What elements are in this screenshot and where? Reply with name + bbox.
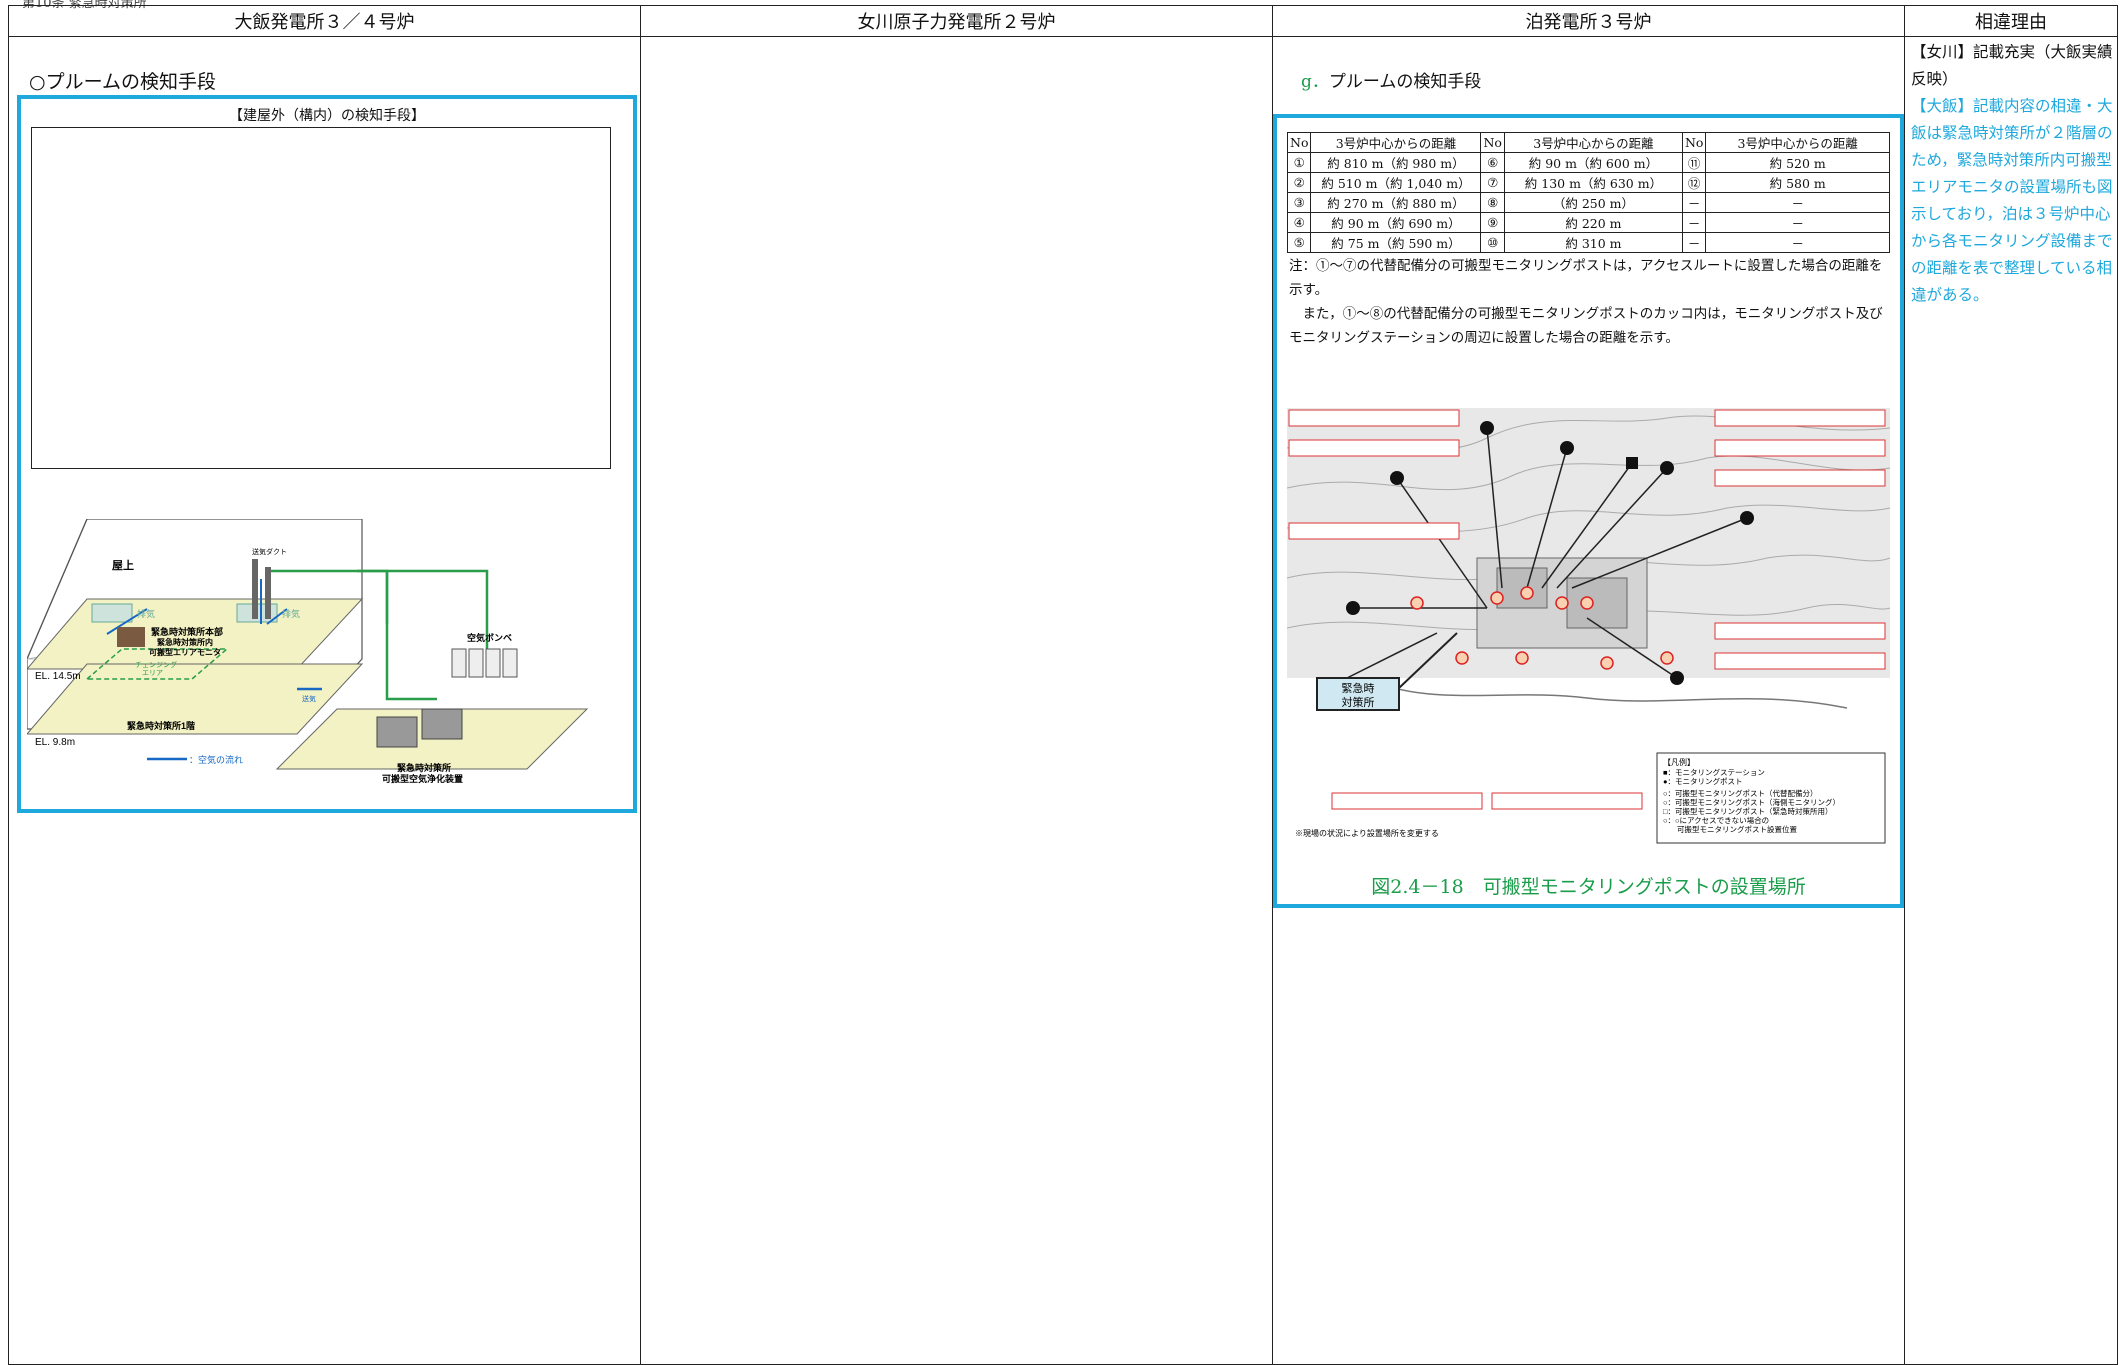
label-hq-sub1: 緊急時対策所内 bbox=[157, 637, 213, 647]
onagawa-column bbox=[640, 36, 1273, 1365]
table-row: ⑤ 約 75 m（約 590 m） ⑩ 約 310 m － － bbox=[1286, 232, 1890, 253]
table-cell: － bbox=[1681, 232, 1707, 253]
map-footnote: ※現場の状況により設置場所を変更する bbox=[1295, 828, 1439, 838]
table-header-cell: 3号炉中心からの距離 bbox=[1705, 132, 1890, 153]
label-floor-1: 緊急時対策所1階 bbox=[127, 720, 195, 731]
label-el-upper: EL. 14.5m bbox=[35, 671, 81, 682]
table-row: ② 約 510 m（約 1,040 m） ⑦ 約 130 m（約 630 m） … bbox=[1286, 172, 1890, 193]
map-center-label-2: 対策所 bbox=[1342, 695, 1375, 709]
table-cell: － bbox=[1681, 192, 1707, 213]
table-header-cell: No bbox=[1286, 132, 1312, 153]
table-cell: ⑤ bbox=[1286, 232, 1312, 253]
table-cell: ⑨ bbox=[1480, 212, 1505, 233]
legend-item: ●：モニタリングポスト bbox=[1663, 776, 1743, 786]
label-purifier-2: 可搬型空気浄化装置 bbox=[382, 773, 463, 784]
table-header-cell: 3号炉中心からの距離 bbox=[1503, 132, 1683, 153]
legend-item: ○：可搬型モニタリングポスト（代替配備分） bbox=[1663, 788, 1818, 798]
table-cell: － bbox=[1705, 232, 1890, 253]
table-header-row: No 3号炉中心からの距離 No 3号炉中心からの距離 No 3号炉中心からの距… bbox=[1286, 132, 1890, 153]
table-header-cell: No bbox=[1681, 132, 1707, 153]
table-cell: － bbox=[1705, 212, 1890, 233]
table-cell: ⑩ bbox=[1480, 232, 1505, 253]
tomari-highlight-box: No 3号炉中心からの距離 No 3号炉中心からの距離 No 3号炉中心からの距… bbox=[1273, 114, 1904, 908]
label-roof: 屋上 bbox=[112, 558, 134, 572]
table-cell: 約 75 m（約 590 m） bbox=[1310, 232, 1482, 253]
table-cell: 約 510 m（約 1,040 m） bbox=[1310, 172, 1482, 193]
note-line-2: また，①～⑧の代替配備分の可搬型モニタリングポストのカッコ内は，モニタリングポス… bbox=[1289, 306, 1883, 346]
table-cell: ⑦ bbox=[1480, 172, 1505, 193]
table-cell: ⑪ bbox=[1681, 152, 1707, 173]
label-el-lower: EL. 9.8m bbox=[35, 737, 75, 748]
table-cell: （約 250 m） bbox=[1503, 192, 1683, 213]
tomari-column: g．プルームの検知手段 No 3号炉中心からの距離 No 3号炉中心からの距離 … bbox=[1272, 36, 1905, 1365]
table-cell: 約 270 m（約 880 m） bbox=[1310, 192, 1482, 213]
label-send: 送気 bbox=[302, 694, 316, 703]
table-cell: 約 310 m bbox=[1503, 232, 1683, 253]
label-purifier-1: 緊急時対策所 bbox=[397, 762, 451, 773]
tomari-heading: g．プルームの検知手段 bbox=[1301, 67, 1481, 92]
legend-item: ○：○にアクセスできない場合の bbox=[1663, 815, 1769, 825]
legend-item: ○：可搬型モニタリングポスト（海側モニタリング） bbox=[1663, 797, 1840, 807]
table-cell: 約 520 m bbox=[1705, 152, 1890, 173]
label-changing-2: エリア bbox=[142, 669, 163, 677]
label-exhaust-1: 排気 bbox=[137, 608, 155, 619]
table-cell: 約 580 m bbox=[1705, 172, 1890, 193]
table-note: 注：①～⑦の代替配備分の可搬型モニタリングポストは，アクセスルートに設置した場合… bbox=[1289, 254, 1894, 350]
note-line-1: 注：①～⑦の代替配備分の可搬型モニタリングポストは，アクセスルートに設置した場合… bbox=[1289, 258, 1883, 298]
ohi-highlight-box: 【建屋外（構内）の検知手段】 屋上 送気ダクト 排気 排気 緊急時対策所本部 緊… bbox=[17, 95, 637, 813]
heading-letter: g． bbox=[1301, 72, 1329, 92]
table-cell: ⑧ bbox=[1480, 192, 1505, 213]
column-header-ohi: 大飯発電所３／４号炉 bbox=[8, 5, 641, 37]
reason-column: 【女川】記載充実（大飯実績反映） 【大飯】記載内容の相違・大飯は緊急時対策所が２… bbox=[1904, 36, 2118, 1365]
table-row: ① 約 810 m（約 980 m） ⑥ 約 90 m（約 600 m） ⑪ 約… bbox=[1286, 152, 1890, 173]
label-hq-sub2: 可搬型エリアモニタ bbox=[149, 647, 221, 657]
map-center-label-1: 緊急時 bbox=[1342, 681, 1375, 695]
table-cell: 約 220 m bbox=[1503, 212, 1683, 233]
table-cell: 約 130 m（約 630 m） bbox=[1503, 172, 1683, 193]
label-changing-1: チェンジング bbox=[135, 660, 177, 669]
distance-table: No 3号炉中心からの距離 No 3号炉中心からの距離 No 3号炉中心からの距… bbox=[1286, 132, 1890, 253]
table-cell: ⑥ bbox=[1480, 152, 1505, 173]
table-cell: ④ bbox=[1286, 212, 1312, 233]
figure-caption: 図2.4－18 可搬型モニタリングポストの設置場所 bbox=[1371, 876, 1806, 898]
table-cell: ③ bbox=[1286, 192, 1312, 213]
table-row: ③ 約 270 m（約 880 m） ⑧ （約 250 m） － － bbox=[1286, 192, 1890, 213]
column-header-tomari: 泊発電所３号炉 bbox=[1272, 5, 1905, 37]
table-cell: ⑫ bbox=[1681, 172, 1707, 193]
table-cell: ① bbox=[1286, 152, 1312, 173]
ohi-column: ○プルームの検知手段 【建屋外（構内）の検知手段】 屋上 送気ダクト 排気 排気… bbox=[8, 36, 641, 1365]
table-cell: ② bbox=[1286, 172, 1312, 193]
table-row: ④ 約 90 m（約 690 m） ⑨ 約 220 m － － bbox=[1286, 212, 1890, 233]
table-header-cell: 3号炉中心からの距離 bbox=[1310, 132, 1482, 153]
label-air-tank: 空気ボンベ bbox=[467, 632, 512, 643]
label-air-flow: ：空気の流れ bbox=[189, 754, 243, 765]
label-duct: 送気ダクト bbox=[252, 547, 287, 556]
label-hq: 緊急時対策所本部 bbox=[151, 626, 223, 637]
reason-text: 【女川】記載充実（大飯実績反映） 【大飯】記載内容の相違・大飯は緊急時対策所が２… bbox=[1911, 39, 2125, 309]
legend-item: ■：モニタリングステーション bbox=[1663, 767, 1765, 777]
label-exhaust-2: 排気 bbox=[282, 608, 300, 619]
legend-item: □：可搬型モニタリングポスト（緊急時対策所用） bbox=[1663, 806, 1833, 816]
heading-text: プルームの検知手段 bbox=[1328, 72, 1482, 92]
table-cell: － bbox=[1705, 192, 1890, 213]
masked-figure-area bbox=[31, 127, 611, 469]
table-cell: 約 90 m（約 690 m） bbox=[1310, 212, 1482, 233]
table-cell: 約 810 m（約 980 m） bbox=[1310, 152, 1482, 173]
table-header-cell: No bbox=[1480, 132, 1505, 153]
ohi-box-title: 【建屋外（構内）の検知手段】 bbox=[229, 108, 425, 124]
column-header-onagawa: 女川原子力発電所２号炉 bbox=[640, 5, 1273, 37]
reason-onagawa: 【女川】記載充実（大飯実績反映） bbox=[1911, 43, 2113, 88]
reason-ohi: 【大飯】記載内容の相違・大飯は緊急時対策所が２階層のため，緊急時対策所内可搬型エ… bbox=[1911, 97, 2113, 304]
ohi-heading: ○プルームの検知手段 bbox=[29, 71, 217, 93]
air-flow-diagram: 屋上 送気ダクト 排気 排気 緊急時対策所本部 緊急時対策所内 可搬型エリアモニ… bbox=[27, 519, 589, 784]
comparison-table: 大飯発電所３／４号炉 女川原子力発電所２号炉 泊発電所３号炉 相違理由 ○プルー… bbox=[8, 5, 2118, 1365]
monitoring-post-map: 緊急時 対策所 【凡例】 ■：モニタリングステーション ●：モニタリングポスト … bbox=[1287, 408, 1890, 844]
table-cell: 約 90 m（約 600 m） bbox=[1503, 152, 1683, 173]
legend-title: 【凡例】 bbox=[1663, 757, 1695, 767]
legend-item: 可搬型モニタリングポスト設置位置 bbox=[1677, 824, 1797, 834]
column-header-reason: 相違理由 bbox=[1904, 5, 2118, 37]
table-cell: － bbox=[1681, 212, 1707, 233]
